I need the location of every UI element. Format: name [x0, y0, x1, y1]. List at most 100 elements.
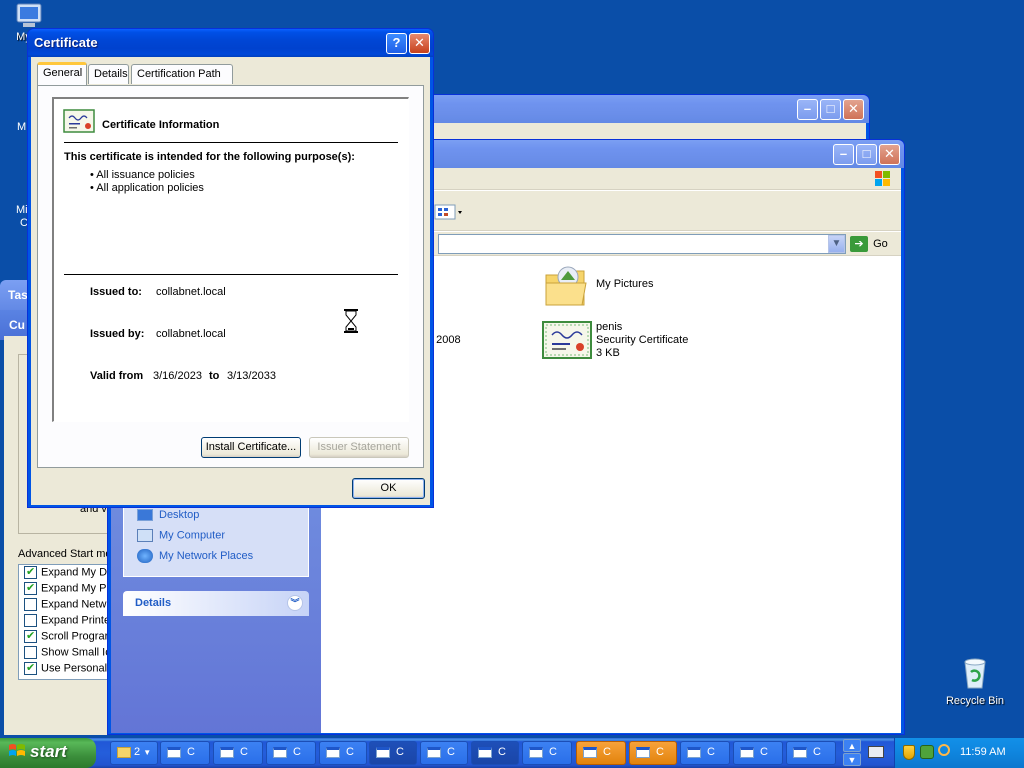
- other-place-network[interactable]: My Network Places: [137, 549, 253, 563]
- taskbar: start 2 ▼ C C C C C C C C C C C C C ▲ ▼ …: [0, 738, 1024, 768]
- window-icon: [687, 746, 701, 758]
- taskbar-button-12[interactable]: C: [733, 741, 783, 765]
- window-icon: [273, 746, 287, 758]
- certificate-icon: [63, 109, 95, 133]
- checkbox[interactable]: [24, 646, 37, 659]
- desktop-icon-fragment-mi: Mi: [16, 204, 28, 216]
- certificate-info-heading: Certificate Information: [102, 119, 220, 131]
- file-name-certificate[interactable]: penis: [596, 321, 622, 333]
- taskbar-group-folders[interactable]: 2 ▼: [110, 741, 158, 765]
- option-expand-my-documents[interactable]: Expand My D: [24, 565, 107, 579]
- taskbar-button-13[interactable]: C: [786, 741, 836, 765]
- issued-by-label: Issued by:: [90, 328, 145, 340]
- window-icon: [427, 746, 441, 758]
- network-status-icon[interactable]: [920, 745, 934, 759]
- computer-icon: [16, 3, 42, 27]
- maximize-button[interactable]: □: [820, 99, 841, 120]
- certificate-titlebar[interactable]: Certificate: [28, 29, 433, 57]
- search-icon[interactable]: [938, 744, 950, 756]
- file-item-my-pictures[interactable]: [544, 261, 590, 309]
- recycle-bin-icon: [964, 658, 986, 689]
- desktop-icon: [137, 509, 153, 522]
- tab-certification-path[interactable]: Certification Path: [131, 64, 233, 84]
- purpose-item-application: • All application policies: [90, 182, 204, 194]
- option-scroll-programs[interactable]: Scroll Prograr: [24, 629, 108, 643]
- details-panel-header[interactable]: Details ︾: [123, 591, 309, 616]
- security-shield-icon[interactable]: [903, 745, 915, 760]
- issued-to-value: collabnet.local: [156, 286, 226, 298]
- recycle-bin-label: Recycle Bin: [945, 695, 1005, 707]
- chevron-down-icon[interactable]: ︾: [287, 595, 303, 611]
- option-use-personalized[interactable]: Use Personal: [24, 661, 107, 675]
- go-button[interactable]: ➔ Go: [850, 236, 888, 252]
- issuer-statement-button[interactable]: Issuer Statement: [309, 437, 409, 458]
- checkbox[interactable]: [24, 661, 37, 675]
- close-button[interactable]: ✕: [843, 99, 864, 120]
- install-certificate-button[interactable]: Install Certificate...: [201, 437, 301, 458]
- tab-fragment-customize[interactable]: Cu: [9, 318, 25, 332]
- taskbar-button-5[interactable]: C: [369, 741, 417, 765]
- checkbox[interactable]: [24, 614, 37, 627]
- computer-icon: [137, 529, 153, 542]
- minimize-button[interactable]: –: [797, 99, 818, 120]
- scroll-up-arrow-icon[interactable]: ▲: [843, 739, 861, 752]
- valid-to-value: 3/13/2033: [227, 370, 276, 382]
- taskbar-button-4[interactable]: C: [319, 741, 367, 765]
- start-label: start: [30, 742, 67, 761]
- taskbar-button-3[interactable]: C: [266, 741, 316, 765]
- keyboard-icon[interactable]: [868, 746, 884, 758]
- scroll-down-arrow-icon[interactable]: ▼: [843, 753, 861, 766]
- option-expand-network[interactable]: Expand Netw: [24, 598, 106, 611]
- file-item-certificate[interactable]: [542, 321, 592, 362]
- file-name-my-pictures[interactable]: My Pictures: [596, 278, 653, 290]
- other-place-my-computer[interactable]: My Computer: [137, 529, 225, 542]
- other-place-desktop[interactable]: Desktop: [137, 509, 199, 522]
- taskbar-button-6[interactable]: C: [420, 741, 468, 765]
- tab-fragment-taskbar[interactable]: Tas: [8, 288, 28, 302]
- taskbar-button-10-flashing[interactable]: C: [629, 741, 677, 765]
- taskbar-button-11[interactable]: C: [680, 741, 730, 765]
- window-icon: [740, 746, 754, 758]
- taskbar-button-8[interactable]: C: [522, 741, 572, 765]
- window-icon: [220, 746, 234, 758]
- certificate-file-icon: [542, 321, 592, 359]
- taskbar-button-1[interactable]: C: [160, 741, 210, 765]
- taskbar-scroll: ▲ ▼: [843, 739, 861, 767]
- window-icon: [376, 746, 390, 758]
- chevron-down-icon: ▼: [143, 748, 152, 757]
- certificate-dialog: Certificate ? ✕ General Details Certific…: [27, 28, 434, 508]
- folder-icon: [545, 266, 587, 306]
- option-show-small-icons[interactable]: Show Small Ic: [24, 646, 111, 659]
- chevron-down-icon[interactable]: ▼: [828, 235, 845, 253]
- views-icon[interactable]: [434, 203, 464, 221]
- help-button[interactable]: ?: [386, 33, 407, 54]
- close-button[interactable]: ✕: [879, 144, 900, 165]
- folder-icon: [117, 746, 131, 758]
- checkbox[interactable]: [24, 565, 37, 579]
- purpose-heading: This certificate is intended for the fol…: [64, 151, 355, 163]
- tab-details[interactable]: Details: [88, 64, 129, 84]
- checkbox[interactable]: [24, 581, 37, 595]
- start-button[interactable]: start: [0, 738, 96, 768]
- windows-logo-icon: [874, 170, 892, 188]
- taskbar-button-7[interactable]: C: [471, 741, 519, 765]
- window-icon: [326, 746, 340, 758]
- windows-flag-icon: [9, 744, 25, 756]
- minimize-button[interactable]: –: [833, 144, 854, 165]
- recycle-bin-desktop-icon[interactable]: Recycle Bin: [942, 656, 1008, 707]
- ok-button[interactable]: OK: [352, 478, 425, 499]
- address-input[interactable]: [438, 234, 846, 254]
- taskbar-button-9-flashing[interactable]: C: [576, 741, 626, 765]
- system-tray: 11:59 AM: [894, 738, 1024, 768]
- checkbox[interactable]: [24, 629, 37, 643]
- maximize-button[interactable]: □: [856, 144, 877, 165]
- taskbar-button-2[interactable]: C: [213, 741, 263, 765]
- checkbox[interactable]: [24, 598, 37, 611]
- tab-general[interactable]: General: [37, 62, 87, 85]
- window-icon: [529, 746, 543, 758]
- clock[interactable]: 11:59 AM: [960, 746, 1006, 758]
- advanced-start-menu-label: Advanced Start me: [18, 548, 112, 560]
- option-expand-printers[interactable]: Expand Printe: [24, 614, 110, 627]
- option-expand-my-pictures[interactable]: Expand My P: [24, 581, 106, 595]
- close-button[interactable]: ✕: [409, 33, 430, 54]
